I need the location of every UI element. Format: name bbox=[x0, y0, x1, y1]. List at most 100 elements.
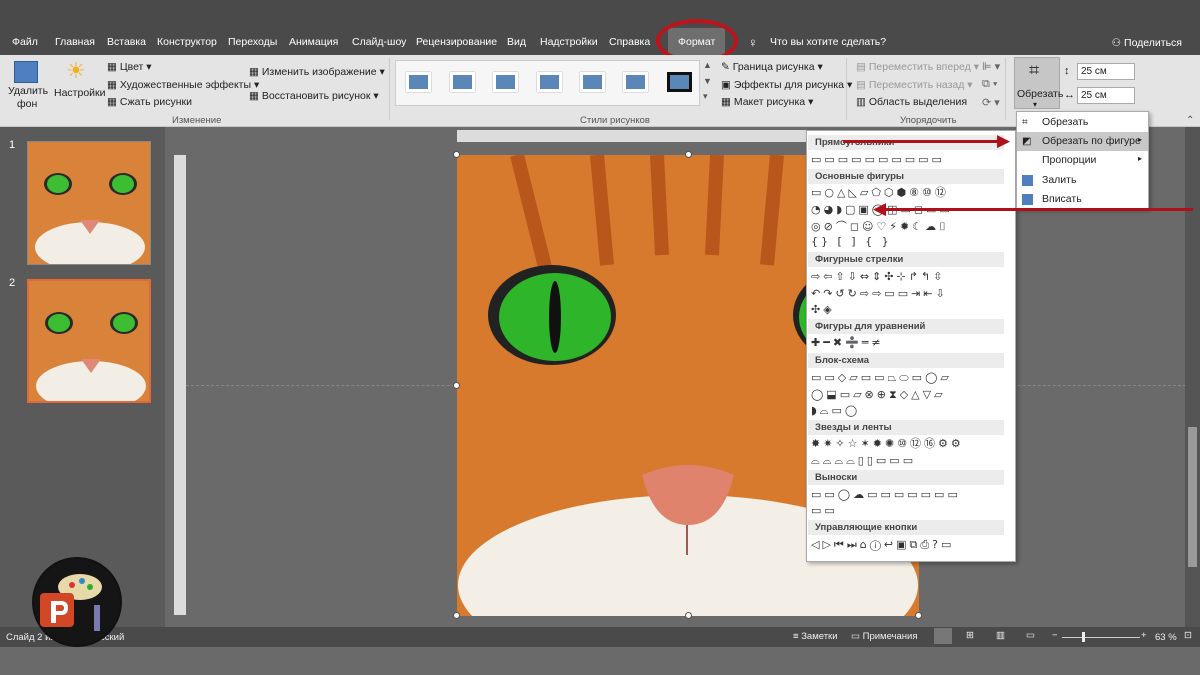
rotate-icon[interactable]: ⟳ ▾ bbox=[982, 96, 1000, 109]
resize-handle[interactable] bbox=[915, 612, 922, 619]
send-backward-button[interactable]: ▤ Переместить назад ▾ bbox=[856, 79, 973, 91]
corrections-button[interactable]: Настройки bbox=[54, 87, 106, 99]
menu-item-fit-label: Вписать bbox=[1042, 193, 1082, 205]
tab-transitions[interactable]: Переходы bbox=[228, 36, 277, 48]
shapes-row[interactable]: ▭▭▭▭▭▭▭▭▭▭ bbox=[811, 153, 945, 167]
remove-bg-button-line1[interactable]: Удалить bbox=[8, 85, 48, 97]
bring-forward-button[interactable]: ▤ Переместить вперед ▾ bbox=[856, 61, 979, 73]
resize-handle[interactable] bbox=[685, 612, 692, 619]
width-value: 25 см bbox=[1081, 90, 1107, 101]
group-objects-icon[interactable]: ⧉ ▾ bbox=[982, 78, 998, 91]
slide-thumbnail-1[interactable] bbox=[27, 141, 151, 265]
notes-button[interactable]: ≡ Заметки bbox=[793, 631, 838, 642]
art-effects-button[interactable]: ▦ Художественные эффекты ▾ bbox=[107, 79, 259, 91]
shapes-row[interactable]: ▭▭◇▱▭▭⏢⬭▭◯⏥ bbox=[811, 371, 952, 385]
resize-handle[interactable] bbox=[453, 612, 460, 619]
slide-thumbnail-2[interactable] bbox=[27, 279, 151, 403]
zoom-slider[interactable] bbox=[1062, 637, 1140, 638]
tab-view[interactable]: Вид bbox=[507, 36, 526, 48]
ribbon-separator bbox=[389, 58, 390, 120]
tab-slideshow[interactable]: Слайд-шоу bbox=[352, 36, 406, 48]
picture-styles-gallery[interactable] bbox=[395, 60, 700, 106]
menu-item-crop-to-shape[interactable]: ◩ Обрезать по фигуре ▸ bbox=[1017, 132, 1148, 151]
shapes-row[interactable]: {} [ ] { } bbox=[811, 235, 892, 249]
slide-thumbnails-pane: 1 2 bbox=[0, 127, 165, 627]
style-thumb-7[interactable] bbox=[667, 72, 692, 92]
shapes-row[interactable]: ⌓⌓⌓⌓▯▯▭▭▭ bbox=[811, 454, 916, 468]
shapes-row[interactable]: ✚━✖➗═≠ bbox=[811, 336, 884, 350]
reading-view-icon[interactable]: ▥ bbox=[996, 630, 1005, 641]
tab-animation[interactable]: Анимация bbox=[289, 36, 338, 48]
style-thumb-5[interactable] bbox=[580, 72, 605, 92]
picture-layout-button[interactable]: ▦ Макет рисунка ▾ bbox=[721, 96, 813, 108]
gallery-more-icon[interactable]: ▾ bbox=[703, 91, 708, 102]
shapes-row[interactable]: ◁▷⏮⏭⌂ⓘ↩▣⧉⎙?▭ bbox=[811, 538, 954, 552]
style-thumb-3[interactable] bbox=[493, 72, 518, 92]
reset-picture-button[interactable]: ▦ Восстановить рисунок ▾ bbox=[249, 90, 379, 102]
picture-border-button[interactable]: ✎ Граница рисунка ▾ bbox=[721, 61, 823, 73]
slide-sorter-icon[interactable]: ⊞ bbox=[966, 630, 974, 641]
collapse-ribbon-icon[interactable]: ⌃ bbox=[1186, 115, 1194, 126]
style-thumb-1[interactable] bbox=[406, 72, 431, 92]
menu-item-fill[interactable]: Залить bbox=[1017, 171, 1148, 190]
tab-file[interactable]: Файл bbox=[12, 36, 38, 48]
shapes-row[interactable]: ▭▭ bbox=[811, 504, 838, 518]
zoom-level[interactable]: 63 % bbox=[1155, 632, 1177, 643]
picture-effects-button[interactable]: ▣ Эффекты для рисунка ▾ bbox=[721, 79, 852, 91]
style-thumb-2[interactable] bbox=[450, 72, 475, 92]
gallery-scroll-down-icon[interactable]: ▼ bbox=[703, 76, 712, 86]
zoom-in-icon[interactable]: + bbox=[1141, 630, 1147, 641]
zoom-slider-thumb[interactable] bbox=[1082, 632, 1085, 642]
resize-handle[interactable] bbox=[453, 151, 460, 158]
scrollbar-thumb[interactable] bbox=[1188, 427, 1197, 567]
menu-item-fit[interactable]: Вписать bbox=[1017, 190, 1148, 209]
resize-handle[interactable] bbox=[685, 151, 692, 158]
selection-pane-button[interactable]: ▥ Область выделения bbox=[856, 96, 967, 108]
height-input[interactable]: 25 см bbox=[1077, 63, 1135, 80]
width-input[interactable]: 25 см bbox=[1077, 87, 1135, 104]
shapes-row[interactable]: ✣◈ bbox=[811, 303, 835, 317]
shapes-row[interactable]: ▭○△◺▱⬠⬡⬢⑧⑩⑫ bbox=[811, 186, 949, 200]
style-thumb-6[interactable] bbox=[623, 72, 648, 92]
bring-forward-label: Переместить вперед bbox=[868, 61, 971, 73]
color-button[interactable]: ▦ Цвет ▾ bbox=[107, 61, 152, 73]
shapes-gallery-dropdown[interactable]: Прямоугольники ▭▭▭▭▭▭▭▭▭▭ Основные фигур… bbox=[806, 130, 1016, 562]
menu-item-aspect-ratio[interactable]: Пропорции ▸ bbox=[1017, 151, 1148, 170]
vertical-scrollbar[interactable] bbox=[1185, 127, 1200, 627]
shapes-row[interactable]: ↶↷↺↻⇨⇨▭▭⇥⇤⇩ bbox=[811, 287, 948, 301]
menu-item-crop[interactable]: ⌗ Обрезать bbox=[1017, 113, 1148, 132]
style-thumb-4[interactable] bbox=[537, 72, 562, 92]
align-icon[interactable]: ⊫ ▾ bbox=[982, 60, 1000, 73]
resize-handle[interactable] bbox=[453, 382, 460, 389]
remove-bg-button-line2[interactable]: фон bbox=[17, 98, 37, 110]
shapes-row[interactable]: ⇨⇦⇧⇩⇔⇕✣⊹↱↰⇳ bbox=[811, 270, 945, 284]
fill-icon bbox=[1022, 175, 1033, 186]
tab-addins[interactable]: Надстройки bbox=[540, 36, 598, 48]
border-label: Граница рисунка bbox=[732, 61, 815, 73]
tell-me-search[interactable]: Что вы хотите сделать? bbox=[770, 36, 886, 48]
compress-button[interactable]: ▦ Сжать рисунки bbox=[107, 96, 192, 108]
tab-design[interactable]: Конструктор bbox=[157, 36, 217, 48]
shapes-row[interactable]: ▭▭◯☁▭▭▭▭▭▭▭ bbox=[811, 488, 961, 502]
fit-slide-icon[interactable]: ⊡ bbox=[1184, 630, 1192, 641]
gallery-scroll-up-icon[interactable]: ▲ bbox=[703, 60, 712, 70]
change-picture-button[interactable]: ▦ Изменить изображение ▾ bbox=[249, 66, 385, 78]
shapes-row[interactable]: ◎⊘⌒◻☺♡⚡✹☾☁⌷ bbox=[811, 220, 949, 234]
reset-picture-label: Восстановить рисунок bbox=[261, 90, 371, 102]
normal-view-icon[interactable] bbox=[934, 628, 952, 644]
share-button[interactable]: ⚇ Поделиться bbox=[1112, 37, 1182, 49]
shapes-row[interactable]: ◗⌓▭◯ bbox=[811, 404, 860, 418]
zoom-out-icon[interactable]: − bbox=[1052, 630, 1058, 641]
comments-button[interactable]: ▭ Примечания bbox=[851, 631, 917, 642]
slide-number-2: 2 bbox=[9, 277, 16, 289]
tab-insert[interactable]: Вставка bbox=[107, 36, 146, 48]
tab-review[interactable]: Рецензирование bbox=[416, 36, 497, 48]
section-equation-shapes: Фигуры для уравнений bbox=[808, 319, 1004, 334]
tab-help[interactable]: Справка bbox=[609, 36, 650, 48]
tab-home[interactable]: Главная bbox=[55, 36, 95, 48]
slideshow-view-icon[interactable]: ▭ bbox=[1026, 630, 1035, 641]
shapes-row[interactable]: ✸✷✧☆✶✹✺⑩⑫⑯⚙⚙ bbox=[811, 437, 964, 451]
shapes-row[interactable]: ◯⬓▭▱⊗⊕⧗◇△▽▱ bbox=[811, 388, 946, 402]
user-icon: ⚇ bbox=[1111, 37, 1125, 49]
crop-button[interactable]: ⌗ Обрезать ▾ bbox=[1014, 57, 1063, 109]
